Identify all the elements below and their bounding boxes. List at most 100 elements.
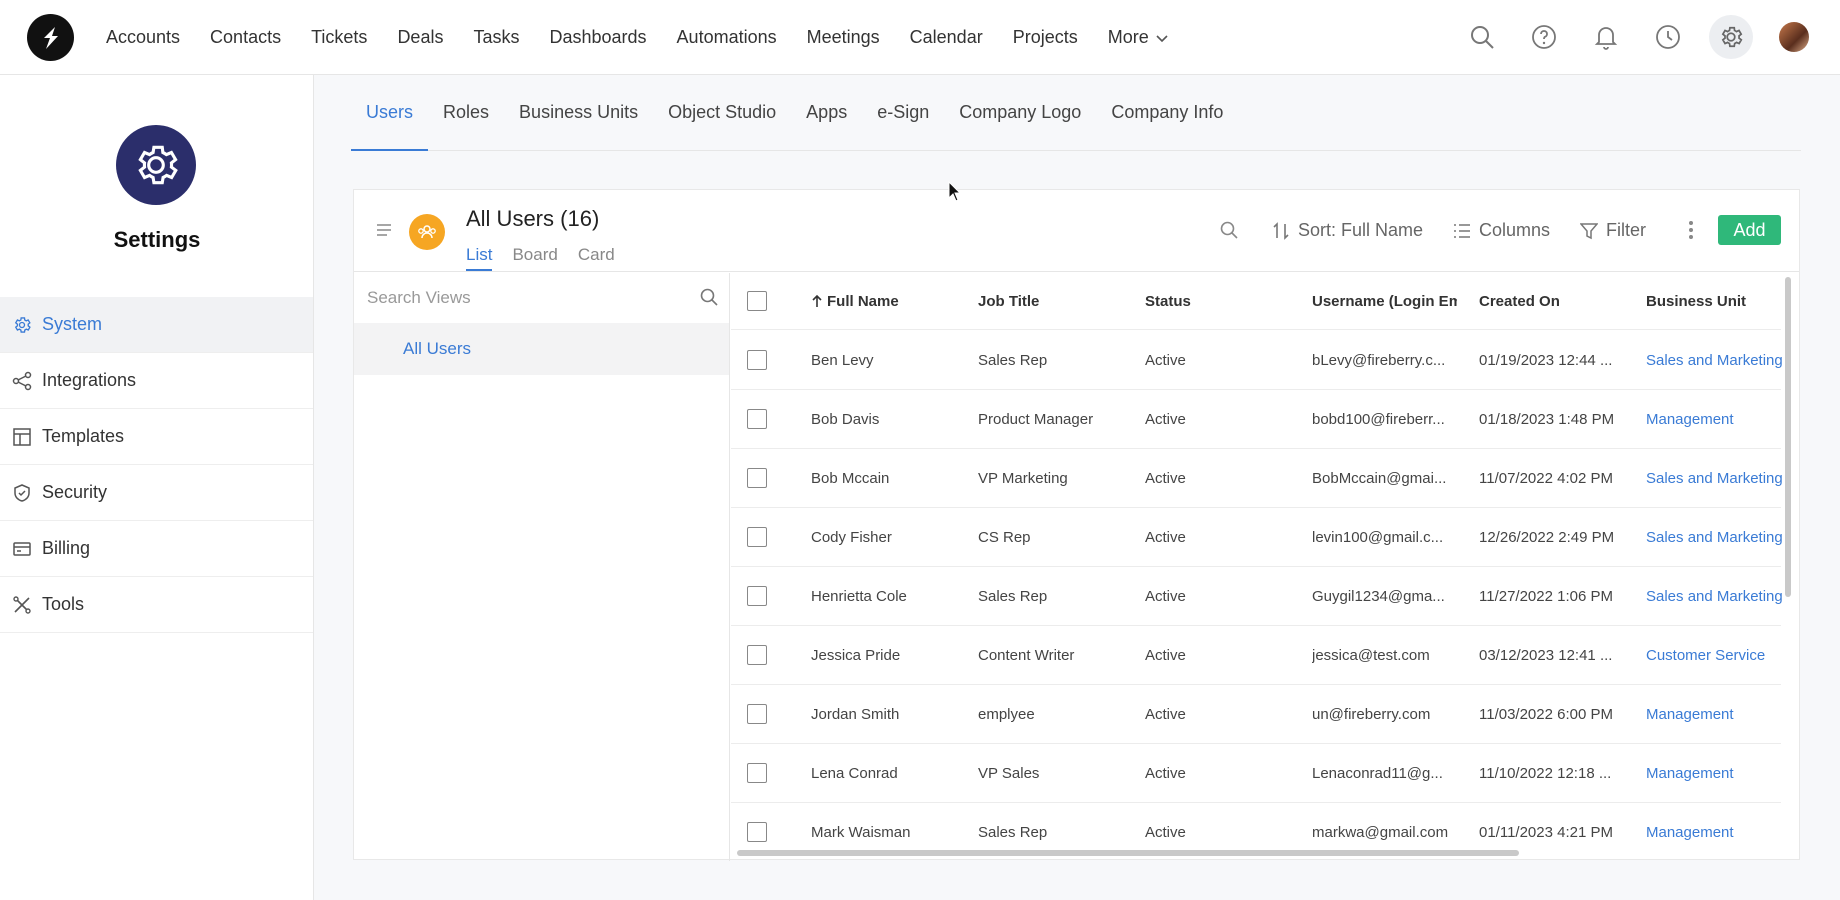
nav-more[interactable]: More [1108,27,1169,48]
vertical-scrollbar[interactable] [1785,277,1791,597]
row-checkbox[interactable] [747,822,767,842]
table-row[interactable]: Ben Levy Sales Rep Active bLevy@fireberry.c… [731,331,1783,390]
cell-business-unit[interactable]: Sales and Marketing [1646,331,1796,389]
nav-deals[interactable]: Deals [397,27,443,48]
tab-business-units[interactable]: Business Units [504,75,653,150]
table-row[interactable]: Jordan Smith emplyee Active un@fireberry.co… [731,685,1781,744]
view-title: All Users (16) [466,206,599,232]
sidebar-item-tools[interactable]: Tools [0,577,313,633]
view-item-all-users[interactable]: All Users [354,323,729,375]
template-icon [12,427,32,447]
row-checkbox[interactable] [747,645,767,665]
nav-tasks[interactable]: Tasks [473,27,519,48]
cell-business-unit[interactable]: Customer Service [1646,626,1796,684]
cell-business-unit[interactable]: Sales and Marketing [1646,567,1796,625]
column-header-full-name[interactable]: Full Name [811,273,961,329]
share-icon [12,371,32,391]
row-checkbox[interactable] [747,704,767,724]
tab-users[interactable]: Users [351,75,429,151]
tab-roles[interactable]: Roles [428,75,504,150]
row-checkbox-cell [747,685,767,743]
table-row[interactable]: Cody Fisher CS Rep Active levin100@gmail.c.… [731,508,1783,567]
card-icon [12,539,32,559]
view-tab-card[interactable]: Card [578,245,615,271]
column-header-business-unit[interactable]: Business Unit [1646,273,1786,329]
cell-business-unit[interactable]: Sales and Marketing [1646,449,1796,507]
row-checkbox[interactable] [747,763,767,783]
table-row[interactable]: Bob Mccain VP Marketing Active BobMccain@gm… [731,449,1783,508]
add-user-button[interactable]: Add [1718,215,1781,245]
table-header-row: Full Name Job Title Status Username (Log… [731,273,1781,330]
sidebar-item-templates[interactable]: Templates [0,409,313,465]
table-row[interactable]: Bob Davis Product Manager Active bobd100@fi… [731,390,1781,449]
horizontal-scrollbar[interactable] [737,850,1519,856]
tab-company-logo[interactable]: Company Logo [944,75,1096,150]
app-logo[interactable] [27,14,74,61]
columns-icon [1454,223,1470,238]
tab-apps[interactable]: Apps [791,75,862,150]
nav-dashboards[interactable]: Dashboards [549,27,646,48]
help-icon[interactable] [1524,17,1564,57]
select-all-checkbox-cell [747,273,767,329]
sidebar-item-security[interactable]: Security [0,465,313,521]
cell-business-unit[interactable]: Sales and Marketing [1646,508,1796,566]
select-all-checkbox[interactable] [747,291,767,311]
menu-icon[interactable] [376,223,392,242]
row-checkbox[interactable] [747,468,767,488]
view-tab-board[interactable]: Board [512,245,557,271]
nav-meetings[interactable]: Meetings [807,27,880,48]
clock-icon[interactable] [1648,17,1688,57]
nav-projects[interactable]: Projects [1013,27,1078,48]
sidebar-item-label: Templates [42,426,125,446]
tab-e-sign[interactable]: e-Sign [862,75,944,150]
table-row[interactable]: Henrietta Cole Sales Rep Active Guygil1234@… [731,567,1783,626]
cell-business-unit[interactable]: Management [1646,803,1796,861]
cell-full-name: Jordan Smith [811,705,900,723]
nav-contacts[interactable]: Contacts [210,27,281,48]
row-checkbox-cell [747,744,767,802]
cell-business-unit[interactable]: Management [1646,685,1796,743]
cell-business-unit[interactable]: Management [1646,744,1796,802]
cell-status: Active [1145,646,1186,664]
table-search-icon[interactable] [1219,220,1239,240]
column-header-label: Full Name [827,292,899,310]
bell-icon[interactable] [1586,17,1626,57]
column-header-created-on[interactable]: Created On [1479,273,1629,329]
sidebar-item-system[interactable]: System [0,297,313,353]
cell-business-unit[interactable]: Management [1646,390,1796,448]
sidebar-item-billing[interactable]: Billing [0,521,313,577]
filter-button[interactable]: Filter [1580,220,1646,241]
nav-tickets[interactable]: Tickets [311,27,367,48]
search-icon[interactable] [1462,17,1502,57]
view-tab-list[interactable]: List [466,245,493,271]
nav-accounts[interactable]: Accounts [106,27,180,48]
users-group-icon [409,214,445,250]
sidebar-item-label: System [42,314,103,334]
table-row[interactable]: Lena Conrad VP Sales Active Lenaconrad11@g.… [731,744,1781,803]
nav-calendar[interactable]: Calendar [910,27,983,48]
column-header-job-title[interactable]: Job Title [978,273,1128,329]
row-checkbox[interactable] [747,586,767,606]
column-header-status[interactable]: Status [1145,273,1295,329]
tab-company-info[interactable]: Company Info [1096,75,1238,150]
more-options-icon[interactable] [1688,220,1694,240]
cell-full-name: Bob Mccain [811,469,890,487]
sort-button[interactable]: Sort: Full Name [1272,220,1423,241]
cell-status: Active [1145,469,1186,487]
tab-object-studio[interactable]: Object Studio [653,75,791,150]
nav-automations[interactable]: Automations [677,27,777,48]
row-checkbox[interactable] [747,350,767,370]
user-avatar[interactable] [1779,22,1809,52]
settings-gear-icon[interactable] [1709,15,1753,59]
columns-label: Columns [1479,220,1551,240]
views-search-input[interactable]: Search Views [354,273,729,323]
search-icon[interactable] [699,287,719,312]
column-header-username[interactable]: Username (Login Em [1312,273,1457,329]
cell-full-name: Henrietta Cole [811,587,907,605]
columns-button[interactable]: Columns [1453,220,1550,241]
table-row[interactable]: Jessica Pride Content Writer Active jessica… [731,626,1781,685]
sidebar-item-integrations[interactable]: Integrations [0,353,313,409]
row-checkbox[interactable] [747,409,767,429]
settings-tabs: Users Roles Business Units Object Studio… [351,75,1801,151]
row-checkbox[interactable] [747,527,767,547]
